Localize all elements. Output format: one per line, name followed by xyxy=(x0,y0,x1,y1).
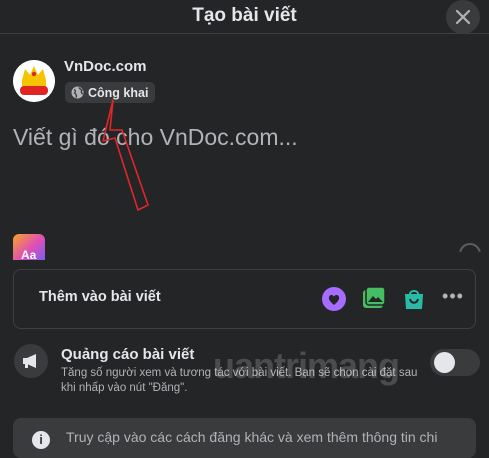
info-text: Truy cập vào các cách đăng khác và xem t… xyxy=(66,429,438,445)
megaphone-icon xyxy=(14,344,48,378)
privacy-label: Công khai xyxy=(88,85,149,100)
emoji-icon[interactable] xyxy=(459,243,481,252)
privacy-selector-button[interactable]: Công khai xyxy=(65,82,156,103)
page-name[interactable]: VnDoc.com xyxy=(64,58,147,75)
close-icon xyxy=(455,9,471,25)
info-icon: i xyxy=(32,431,50,449)
background-picker-button[interactable]: Aa xyxy=(13,234,45,260)
page-avatar[interactable] xyxy=(13,60,55,102)
add-to-post-label: Thêm vào bài viết xyxy=(39,289,161,305)
info-banner[interactable]: i Truy cập vào các cách đăng khác và xem… xyxy=(13,418,476,458)
dialog-header: Tạo bài viết xyxy=(0,0,489,34)
more-icon[interactable]: ••• xyxy=(441,287,465,311)
heart-speech-icon[interactable] xyxy=(320,285,348,313)
shop-bag-icon[interactable] xyxy=(400,285,428,313)
watermark-text: uantrimang xyxy=(213,345,400,386)
vndoc-logo-icon xyxy=(13,60,55,102)
close-button[interactable] xyxy=(446,0,480,34)
add-to-post-bar: Thêm vào bài viết ••• xyxy=(13,269,476,329)
boost-post-title: Quảng cáo bài viết xyxy=(61,346,195,363)
background-picker-label: Aa xyxy=(21,248,37,260)
boost-post-toggle[interactable] xyxy=(430,349,480,376)
post-composer-input[interactable]: Viết gì đó cho VnDoc.com... xyxy=(13,124,298,151)
dialog-title: Tạo bài viết xyxy=(192,5,297,26)
photo-icon[interactable] xyxy=(360,285,388,313)
globe-icon xyxy=(71,86,84,99)
toggle-knob xyxy=(434,352,455,373)
